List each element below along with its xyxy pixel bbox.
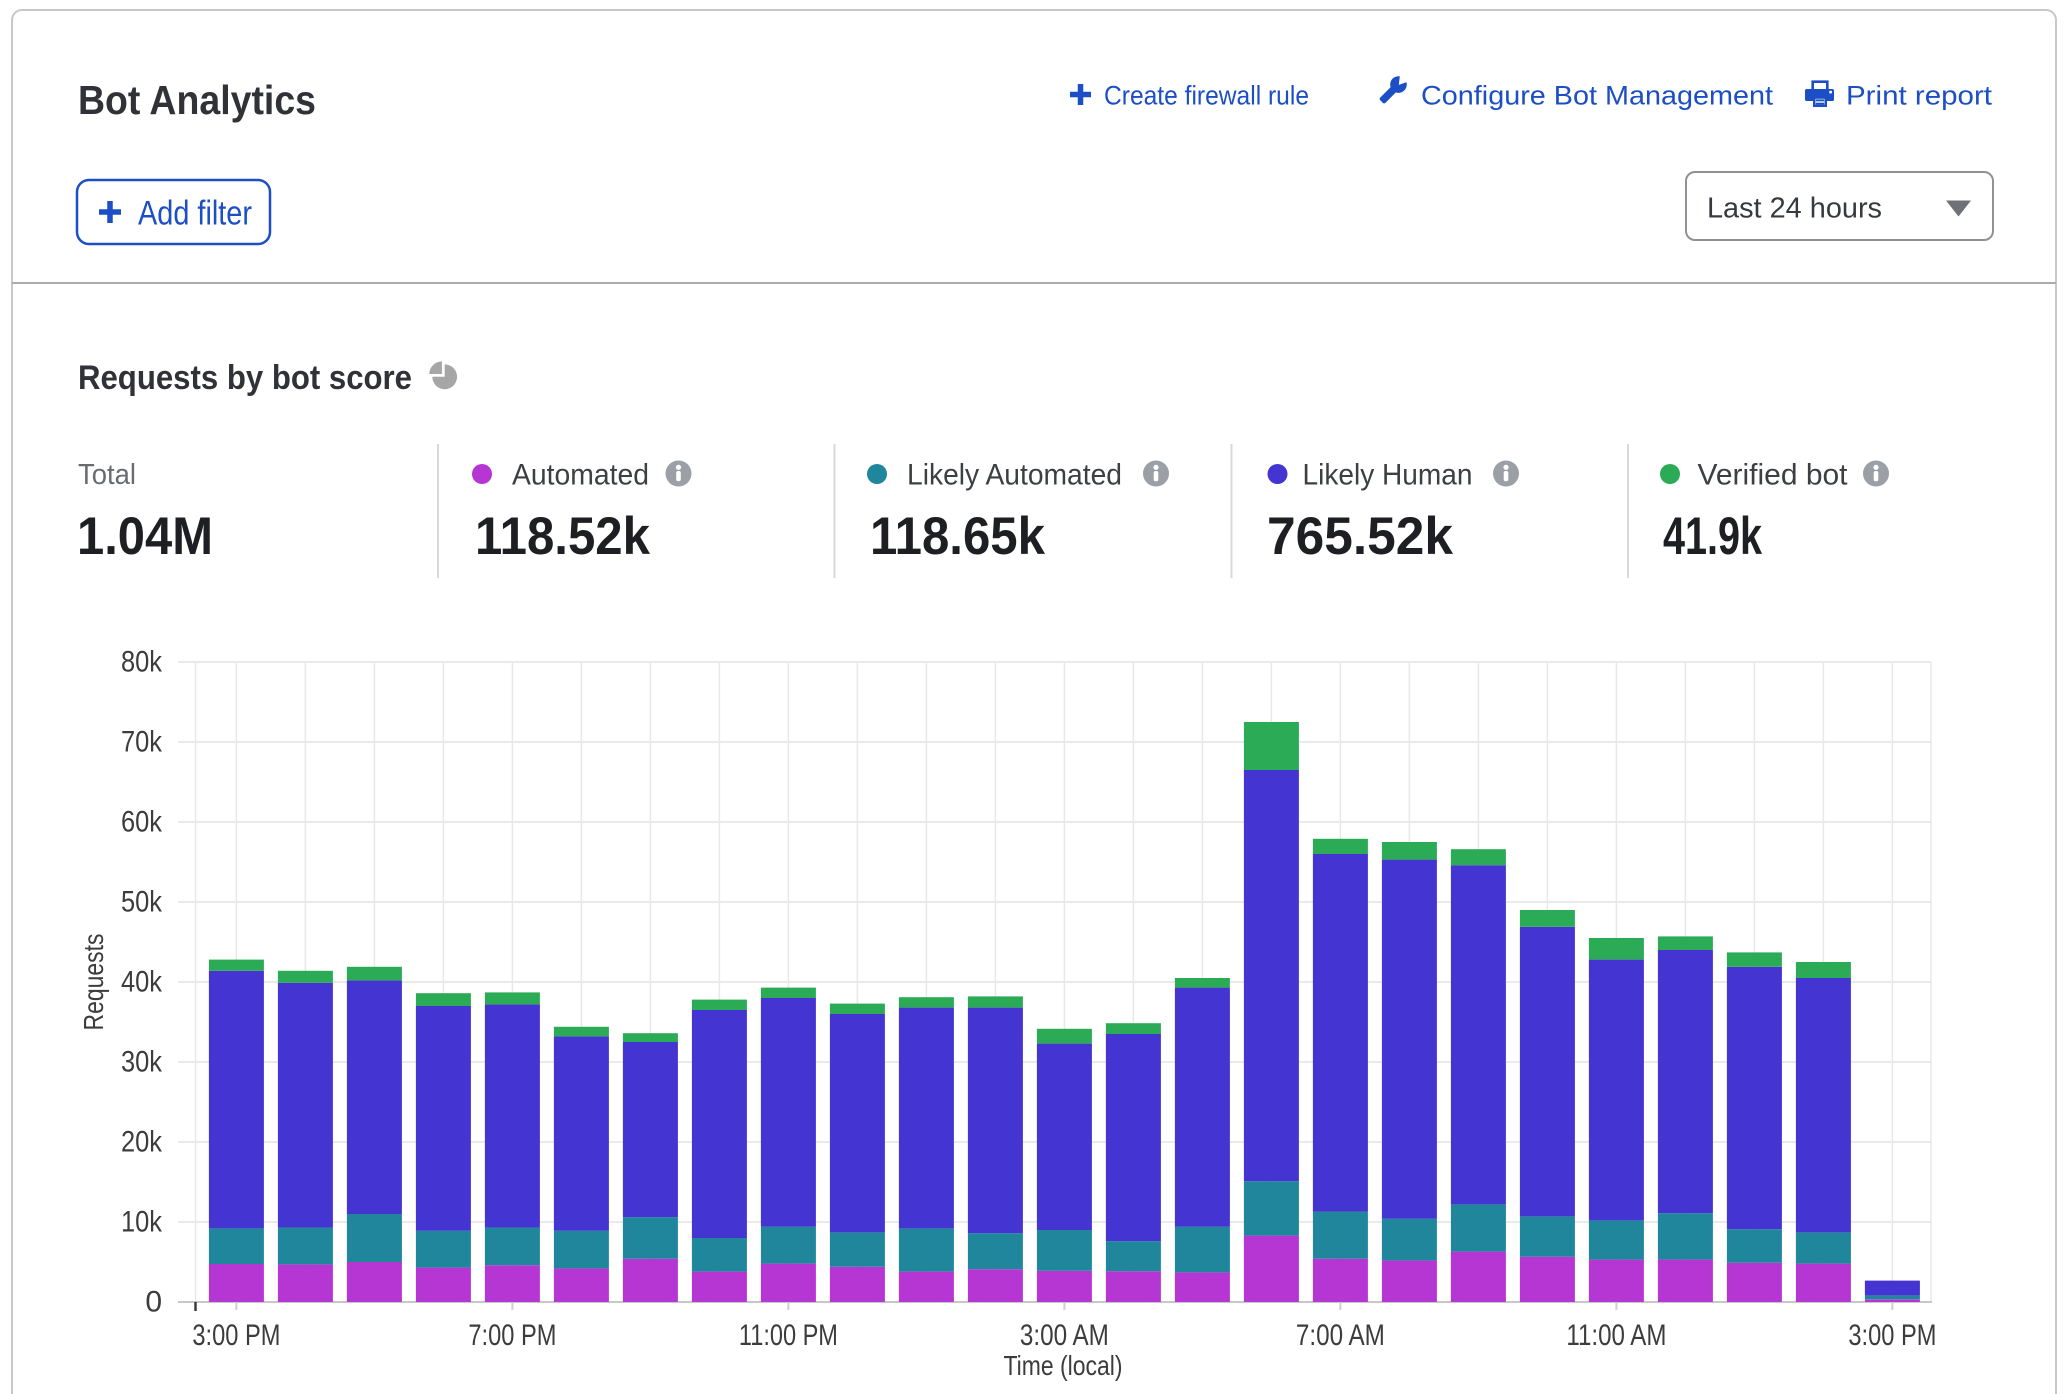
svg-text:Requests by bot score: Requests by bot score — [78, 359, 412, 397]
svg-text:118.65k: 118.65k — [870, 507, 1045, 566]
svg-text:Configure Bot Management: Configure Bot Management — [1421, 81, 1774, 111]
svg-text:Time (local): Time (local) — [1004, 1350, 1123, 1381]
svg-text:20k: 20k — [121, 1126, 163, 1159]
svg-text:Create firewall rule: Create firewall rule — [1104, 81, 1309, 111]
svg-text:60k: 60k — [121, 806, 163, 839]
svg-text:Verified bot: Verified bot — [1698, 459, 1849, 492]
svg-text:80k: 80k — [121, 646, 163, 679]
svg-text:40k: 40k — [121, 966, 163, 999]
svg-text:11:00 AM: 11:00 AM — [1566, 1319, 1666, 1352]
svg-text:Add filter: Add filter — [138, 195, 252, 233]
svg-text:11:00 PM: 11:00 PM — [739, 1319, 838, 1352]
svg-text:10k: 10k — [121, 1206, 163, 1239]
svg-text:118.52k: 118.52k — [475, 507, 650, 566]
svg-text:Requests: Requests — [78, 934, 109, 1031]
svg-text:70k: 70k — [121, 726, 163, 759]
svg-text:Bot Analytics: Bot Analytics — [78, 77, 316, 123]
svg-text:0: 0 — [145, 1286, 162, 1319]
svg-text:1.04M: 1.04M — [77, 507, 213, 566]
svg-text:Last 24 hours: Last 24 hours — [1707, 193, 1882, 225]
svg-text:3:00 PM: 3:00 PM — [1848, 1319, 1936, 1352]
svg-text:7:00 AM: 7:00 AM — [1296, 1319, 1385, 1352]
svg-text:Print report: Print report — [1846, 81, 1993, 111]
svg-text:Automated: Automated — [512, 459, 649, 492]
svg-text:3:00 AM: 3:00 AM — [1020, 1319, 1109, 1352]
svg-text:50k: 50k — [121, 886, 163, 919]
svg-text:765.52k: 765.52k — [1267, 507, 1453, 566]
svg-text:Likely Human: Likely Human — [1303, 459, 1473, 492]
svg-text:Likely Automated: Likely Automated — [907, 459, 1122, 492]
svg-text:7:00 PM: 7:00 PM — [468, 1319, 556, 1352]
svg-text:41.9k: 41.9k — [1663, 507, 1762, 566]
svg-text:Total: Total — [78, 459, 136, 491]
svg-text:3:00 PM: 3:00 PM — [192, 1319, 280, 1352]
svg-text:30k: 30k — [121, 1046, 163, 1079]
